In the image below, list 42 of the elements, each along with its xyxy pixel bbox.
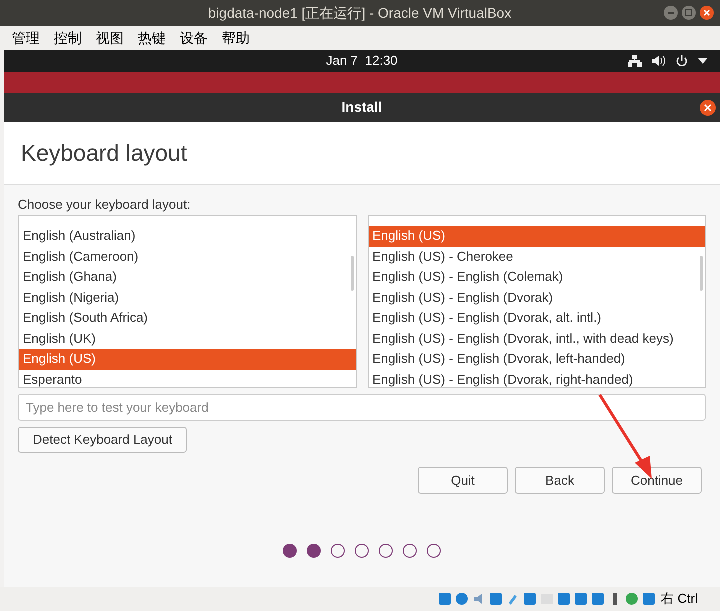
list-item[interactable]: English (US) - English (Dvorak, left-handed)	[368, 349, 705, 370]
list-item[interactable]: English (Nigeria)	[19, 288, 356, 308]
clock: Jan 7 12:30	[326, 52, 398, 70]
list-item[interactable]: English (US) - Cherokee	[368, 246, 705, 267]
list-item[interactable]: English (UK)	[19, 328, 356, 349]
menu-item[interactable]: 帮助	[222, 28, 250, 48]
list-item[interactable]: English (US)	[19, 349, 356, 370]
list-item[interactable]: English (US)	[368, 226, 705, 246]
list-item[interactable]: English (US) - English (Colemak)	[368, 267, 705, 288]
prompt-label: Choose your keyboard layout:	[18, 197, 192, 213]
menu-item[interactable]: 设备	[180, 28, 208, 48]
list-item[interactable]: English (Australian)	[19, 226, 356, 246]
list-item[interactable]: English (Ghana)	[19, 267, 356, 288]
keyboard-test-field[interactable]: Type here to test your keyboard	[18, 394, 706, 421]
nav-button[interactable]: Quit	[418, 467, 508, 494]
list-item[interactable]: English (Cameroon)	[19, 246, 356, 267]
list-item[interactable]: English (South Africa)	[19, 308, 356, 328]
minimize-icon[interactable]	[664, 6, 678, 20]
detect-layout-button[interactable]: Detect Keyboard Layout	[18, 427, 188, 453]
scrollbar[interactable]	[700, 256, 703, 291]
host-key-label: 右 Ctrl	[661, 590, 698, 608]
list-item[interactable]: English (US) - English (Dvorak, right-handed)	[368, 370, 705, 390]
power-icon[interactable]	[676, 55, 688, 67]
disc-icon[interactable]	[455, 592, 470, 606]
list-item[interactable]: Esperanto	[19, 370, 356, 390]
close-icon[interactable]	[700, 6, 714, 20]
nav-button[interactable]: Continue	[612, 467, 702, 494]
page-heading: Keyboard layout	[21, 138, 188, 168]
close-icon[interactable]	[700, 100, 716, 116]
list-item[interactable]: English (US) - English (Dvorak, alt. intl.)	[368, 308, 705, 328]
list-item[interactable]: English (US) - English (Dvorak)	[368, 288, 705, 308]
scrollbar[interactable]	[350, 256, 354, 291]
caret-icon[interactable]	[698, 58, 708, 64]
menu-item[interactable]: 视图	[96, 28, 124, 48]
menu-item[interactable]: 控制	[54, 28, 82, 48]
list-item[interactable]: English (US) - English (Dvorak, intl., with dead keys)	[368, 328, 705, 349]
volume-icon[interactable]	[652, 55, 666, 67]
nav-button[interactable]: Back	[515, 467, 605, 494]
menu-item[interactable]: 热键	[138, 28, 166, 48]
window-title: bigdata-node1 [正在运行] - Oracle VM VirtualBox	[208, 4, 512, 23]
menu-item[interactable]: 管理	[12, 28, 40, 48]
install-title: Install	[342, 98, 382, 117]
